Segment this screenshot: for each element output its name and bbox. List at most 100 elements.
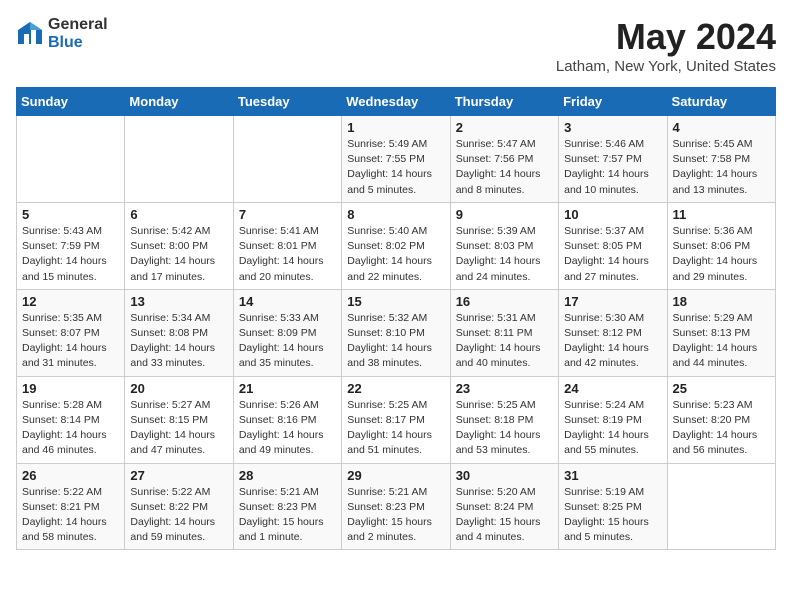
week-row-5: 26 Sunrise: 5:22 AM Sunset: 8:21 PM Dayli…: [17, 463, 776, 550]
day-number: 15: [347, 294, 444, 309]
calendar-cell: 8Sunrise: 5:40 AM Sunset: 8:02 PM Daylig…: [342, 202, 450, 289]
day-info: Sunrise: 5:27 AM Sunset: 8:15 PM Dayligh…: [130, 398, 227, 459]
day-number: 31: [564, 468, 661, 483]
day-info: Sunrise: 5:25 AM Sunset: 8:18 PM Dayligh…: [456, 398, 553, 459]
day-number: 1: [347, 120, 444, 135]
calendar-cell: 28 Sunrise: 5:21 AM Sunset: 8:23 PM Dayli…: [233, 463, 341, 550]
calendar-cell: 24 Sunrise: 5:24 AM Sunset: 8:19 PM Dayli…: [559, 376, 667, 463]
day-info: Sunrise: 5:28 AM Sunset: 8:14 PM Dayligh…: [22, 398, 119, 459]
calendar-cell: 29 Sunrise: 5:21 AM Sunset: 8:23 PM Dayli…: [342, 463, 450, 550]
day-number: 2: [456, 120, 553, 135]
day-info: Sunrise: 5:47 AM Sunset: 7:56 PM Dayligh…: [456, 137, 553, 198]
day-number: 14: [239, 294, 336, 309]
location: Latham, New York, United States: [556, 58, 776, 75]
weekday-header-monday: Monday: [125, 88, 233, 116]
logo: General Blue: [16, 16, 108, 51]
calendar-cell: 3 Sunrise: 5:46 AM Sunset: 7:57 PM Daylig…: [559, 116, 667, 203]
calendar-cell: [17, 116, 125, 203]
day-info: Sunrise: 5:40 AM Sunset: 8:02 PM Dayligh…: [347, 224, 444, 285]
day-info: Sunrise: 5:34 AM Sunset: 8:08 PM Dayligh…: [130, 311, 227, 372]
day-number: 25: [673, 381, 770, 396]
day-number: 7: [239, 207, 336, 222]
day-info: Sunrise: 5:43 AM Sunset: 7:59 PM Dayligh…: [22, 224, 119, 285]
calendar-cell: 12Sunrise: 5:35 AM Sunset: 8:07 PM Dayli…: [17, 289, 125, 376]
day-info: Sunrise: 5:29 AM Sunset: 8:13 PM Dayligh…: [673, 311, 770, 372]
day-info: Sunrise: 5:25 AM Sunset: 8:17 PM Dayligh…: [347, 398, 444, 459]
weekday-header-tuesday: Tuesday: [233, 88, 341, 116]
week-row-4: 19 Sunrise: 5:28 AM Sunset: 8:14 PM Dayli…: [17, 376, 776, 463]
day-number: 30: [456, 468, 553, 483]
day-info: Sunrise: 5:45 AM Sunset: 7:58 PM Dayligh…: [673, 137, 770, 198]
day-info: Sunrise: 5:20 AM Sunset: 8:24 PM Dayligh…: [456, 485, 553, 546]
day-info: Sunrise: 5:42 AM Sunset: 8:00 PM Dayligh…: [130, 224, 227, 285]
calendar-cell: [233, 116, 341, 203]
calendar-cell: 26 Sunrise: 5:22 AM Sunset: 8:21 PM Dayli…: [17, 463, 125, 550]
day-number: 20: [130, 381, 227, 396]
logo-general-text: General: [48, 16, 108, 34]
weekday-header-thursday: Thursday: [450, 88, 558, 116]
month-title: May 2024: [556, 16, 776, 58]
day-info: Sunrise: 5:35 AM Sunset: 8:07 PM Dayligh…: [22, 311, 119, 372]
calendar-cell: 19 Sunrise: 5:28 AM Sunset: 8:14 PM Dayli…: [17, 376, 125, 463]
calendar-cell: 11Sunrise: 5:36 AM Sunset: 8:06 PM Dayli…: [667, 202, 775, 289]
day-info: Sunrise: 5:31 AM Sunset: 8:11 PM Dayligh…: [456, 311, 553, 372]
weekday-header-sunday: Sunday: [17, 88, 125, 116]
day-number: 22: [347, 381, 444, 396]
weekday-header-saturday: Saturday: [667, 88, 775, 116]
day-info: Sunrise: 5:26 AM Sunset: 8:16 PM Dayligh…: [239, 398, 336, 459]
day-info: Sunrise: 5:30 AM Sunset: 8:12 PM Dayligh…: [564, 311, 661, 372]
day-info: Sunrise: 5:23 AM Sunset: 8:20 PM Dayligh…: [673, 398, 770, 459]
calendar-cell: [125, 116, 233, 203]
weekday-header-wednesday: Wednesday: [342, 88, 450, 116]
logo-text: General Blue: [48, 16, 108, 51]
day-info: Sunrise: 5:21 AM Sunset: 8:23 PM Dayligh…: [239, 485, 336, 546]
day-info: Sunrise: 5:41 AM Sunset: 8:01 PM Dayligh…: [239, 224, 336, 285]
calendar-cell: 10Sunrise: 5:37 AM Sunset: 8:05 PM Dayli…: [559, 202, 667, 289]
day-number: 19: [22, 381, 119, 396]
day-number: 27: [130, 468, 227, 483]
day-info: Sunrise: 5:49 AM Sunset: 7:55 PM Dayligh…: [347, 137, 444, 198]
day-info: Sunrise: 5:22 AM Sunset: 8:21 PM Dayligh…: [22, 485, 119, 546]
day-info: Sunrise: 5:39 AM Sunset: 8:03 PM Dayligh…: [456, 224, 553, 285]
day-number: 10: [564, 207, 661, 222]
day-number: 11: [673, 207, 770, 222]
logo-icon: [16, 20, 44, 48]
day-info: Sunrise: 5:33 AM Sunset: 8:09 PM Dayligh…: [239, 311, 336, 372]
calendar-cell: 14 Sunrise: 5:33 AM Sunset: 8:09 PM Dayli…: [233, 289, 341, 376]
weekday-header-friday: Friday: [559, 88, 667, 116]
day-number: 26: [22, 468, 119, 483]
calendar-cell: 2 Sunrise: 5:47 AM Sunset: 7:56 PM Daylig…: [450, 116, 558, 203]
title-block: May 2024 Latham, New York, United States: [556, 16, 776, 75]
day-number: 3: [564, 120, 661, 135]
logo-blue-text: Blue: [48, 34, 108, 52]
day-number: 17: [564, 294, 661, 309]
day-info: Sunrise: 5:32 AM Sunset: 8:10 PM Dayligh…: [347, 311, 444, 372]
day-number: 4: [673, 120, 770, 135]
day-number: 9: [456, 207, 553, 222]
day-number: 29: [347, 468, 444, 483]
day-number: 28: [239, 468, 336, 483]
week-row-2: 5Sunrise: 5:43 AM Sunset: 7:59 PM Daylig…: [17, 202, 776, 289]
calendar-cell: 16Sunrise: 5:31 AM Sunset: 8:11 PM Dayli…: [450, 289, 558, 376]
page-header: General Blue May 2024 Latham, New York, …: [16, 16, 776, 75]
day-number: 24: [564, 381, 661, 396]
week-row-1: 1 Sunrise: 5:49 AM Sunset: 7:55 PM Daylig…: [17, 116, 776, 203]
day-info: Sunrise: 5:21 AM Sunset: 8:23 PM Dayligh…: [347, 485, 444, 546]
calendar-cell: 1 Sunrise: 5:49 AM Sunset: 7:55 PM Daylig…: [342, 116, 450, 203]
calendar-cell: [667, 463, 775, 550]
weekday-header-row: SundayMondayTuesdayWednesdayThursdayFrid…: [17, 88, 776, 116]
calendar-cell: 25 Sunrise: 5:23 AM Sunset: 8:20 PM Dayli…: [667, 376, 775, 463]
calendar-cell: 30 Sunrise: 5:20 AM Sunset: 8:24 PM Dayli…: [450, 463, 558, 550]
calendar-cell: 4 Sunrise: 5:45 AM Sunset: 7:58 PM Daylig…: [667, 116, 775, 203]
calendar-cell: 13Sunrise: 5:34 AM Sunset: 8:08 PM Dayli…: [125, 289, 233, 376]
day-number: 18: [673, 294, 770, 309]
calendar-cell: 27 Sunrise: 5:22 AM Sunset: 8:22 PM Dayli…: [125, 463, 233, 550]
day-info: Sunrise: 5:24 AM Sunset: 8:19 PM Dayligh…: [564, 398, 661, 459]
day-info: Sunrise: 5:22 AM Sunset: 8:22 PM Dayligh…: [130, 485, 227, 546]
calendar-cell: 21Sunrise: 5:26 AM Sunset: 8:16 PM Dayli…: [233, 376, 341, 463]
calendar-cell: 17 Sunrise: 5:30 AM Sunset: 8:12 PM Dayli…: [559, 289, 667, 376]
day-info: Sunrise: 5:46 AM Sunset: 7:57 PM Dayligh…: [564, 137, 661, 198]
calendar-cell: 5Sunrise: 5:43 AM Sunset: 7:59 PM Daylig…: [17, 202, 125, 289]
calendar-cell: 22 Sunrise: 5:25 AM Sunset: 8:17 PM Dayli…: [342, 376, 450, 463]
day-number: 23: [456, 381, 553, 396]
